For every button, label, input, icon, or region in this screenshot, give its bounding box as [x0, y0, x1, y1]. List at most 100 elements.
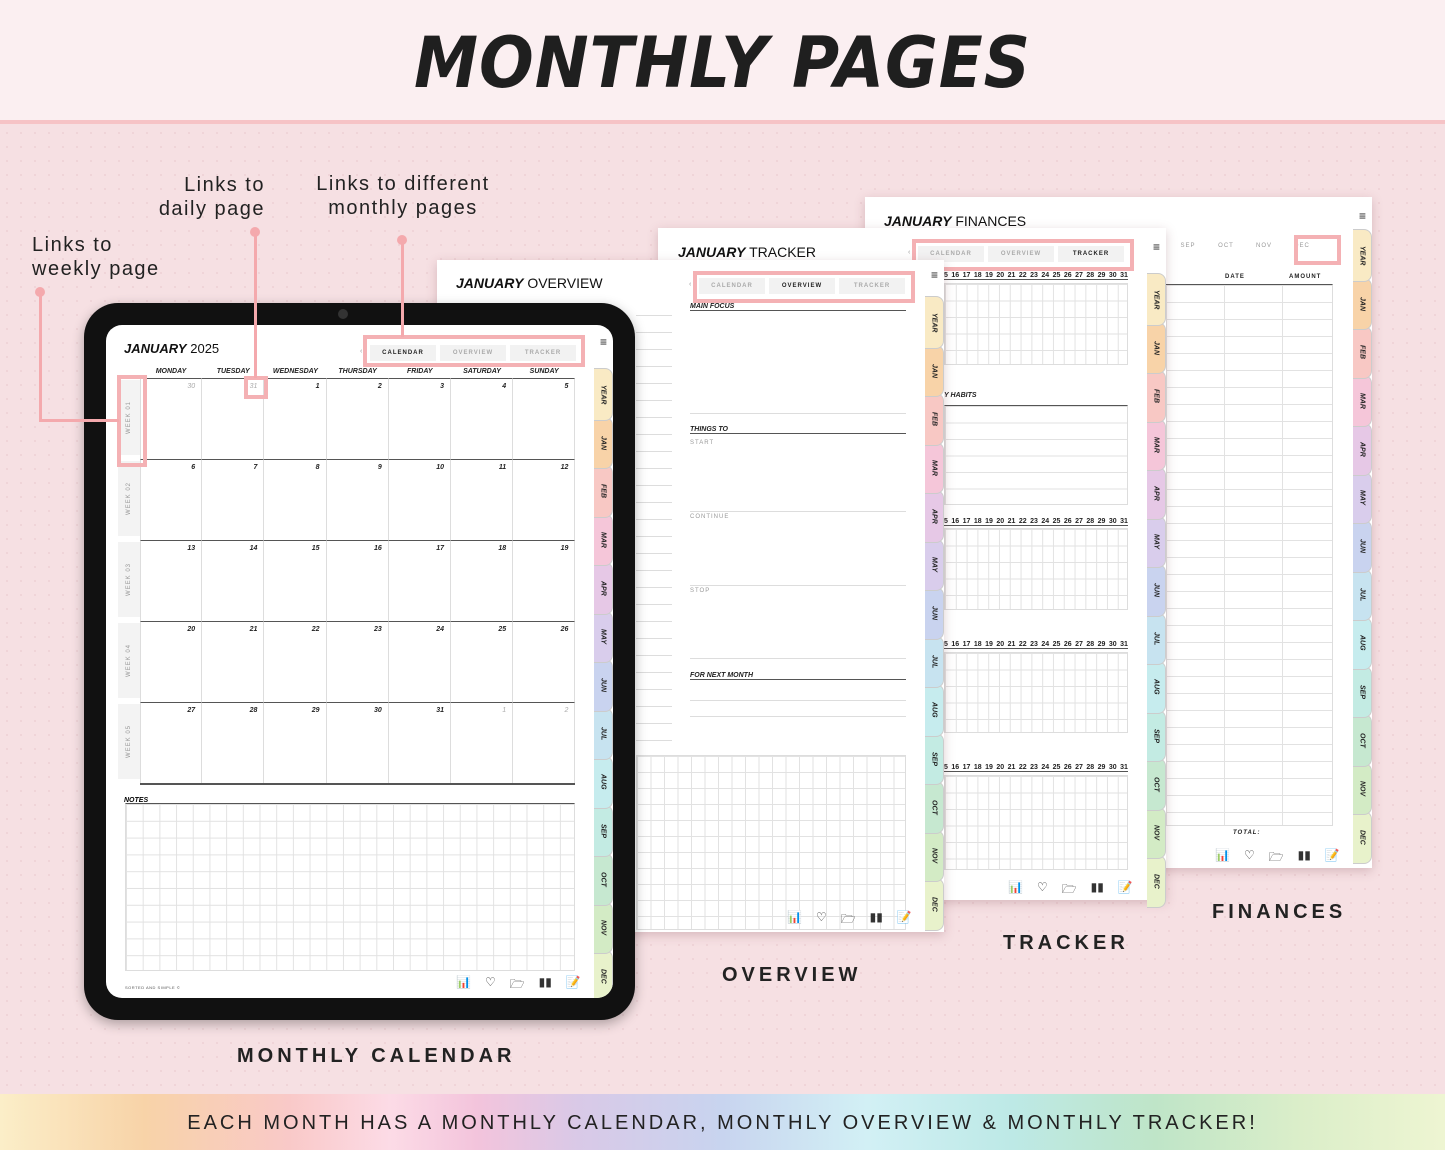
folder-icon[interactable]: 🗁: [841, 910, 856, 931]
side-tab-oct[interactable]: OCT: [594, 853, 613, 906]
side-tab-nov[interactable]: NOV: [1353, 762, 1372, 815]
day-cell[interactable]: 11: [451, 459, 514, 540]
side-tab-jan[interactable]: JAN: [594, 416, 613, 469]
side-tab-mar[interactable]: MAR: [594, 513, 613, 566]
side-tab-apr[interactable]: APR: [1147, 467, 1166, 520]
day-cell[interactable]: 20: [140, 621, 203, 702]
day-cell[interactable]: 28: [202, 702, 265, 783]
side-tab-year[interactable]: YEAR: [594, 368, 613, 421]
side-tab-mar[interactable]: MAR: [1147, 418, 1166, 471]
day-cell[interactable]: 8: [264, 459, 327, 540]
heart-icon[interactable]: ♡: [1037, 880, 1048, 901]
day-cell[interactable]: 2: [513, 702, 576, 783]
coins-icon[interactable]: ▮▮: [1298, 848, 1311, 869]
day-cell[interactable]: 10: [388, 459, 451, 540]
chart-icon[interactable]: 📊: [1008, 880, 1023, 901]
day-cell[interactable]: 1: [451, 702, 514, 783]
day-cell[interactable]: 30: [326, 702, 389, 783]
notes-icon[interactable]: 📝: [1118, 880, 1133, 901]
day-cell[interactable]: 1: [264, 378, 327, 459]
side-tab-feb[interactable]: FEB: [594, 465, 613, 518]
day-cell[interactable]: 15: [264, 540, 327, 621]
side-tab-nov[interactable]: NOV: [594, 901, 613, 954]
day-cell[interactable]: 29: [264, 702, 327, 783]
tracker-grid[interactable]: [944, 652, 1128, 733]
day-cell[interactable]: 5: [513, 378, 576, 459]
notes-icon[interactable]: 📝: [566, 975, 581, 996]
side-tab-jan[interactable]: JAN: [925, 344, 944, 397]
day-cell[interactable]: 7: [202, 459, 265, 540]
month-link-nov[interactable]: NOV: [1247, 243, 1281, 249]
day-cell[interactable]: 23: [326, 621, 389, 702]
side-tab-feb[interactable]: FEB: [1147, 370, 1166, 423]
side-tab-may[interactable]: MAY: [1353, 471, 1372, 524]
side-tab-apr[interactable]: APR: [925, 490, 944, 543]
week-link[interactable]: WEEK 04: [118, 623, 140, 698]
day-cell[interactable]: 18: [451, 540, 514, 621]
side-tab-aug[interactable]: AUG: [925, 684, 944, 737]
side-tab-sep[interactable]: SEP: [925, 732, 944, 785]
side-tab-year[interactable]: YEAR: [1147, 273, 1166, 326]
day-cell[interactable]: 6: [140, 459, 203, 540]
side-tab-sep[interactable]: SEP: [1147, 709, 1166, 762]
side-tab-jun[interactable]: JUN: [594, 659, 613, 712]
side-tab-feb[interactable]: FEB: [925, 393, 944, 446]
tracker-grid[interactable]: [944, 283, 1128, 365]
side-tab-aug[interactable]: AUG: [594, 756, 613, 809]
heart-icon[interactable]: ♡: [1244, 848, 1255, 869]
side-tab-year[interactable]: YEAR: [925, 296, 944, 349]
day-cell[interactable]: 30: [140, 378, 203, 459]
side-tab-mar[interactable]: MAR: [925, 441, 944, 494]
day-cell[interactable]: 2: [326, 378, 389, 459]
day-cell[interactable]: 25: [451, 621, 514, 702]
day-cell[interactable]: 21: [202, 621, 265, 702]
side-tab-apr[interactable]: APR: [594, 562, 613, 615]
day-cell[interactable]: 17: [388, 540, 451, 621]
menu-icon[interactable]: ≡: [925, 268, 944, 282]
side-tab-oct[interactable]: OCT: [1353, 714, 1372, 767]
back-button[interactable]: ‹: [360, 348, 362, 355]
coins-icon[interactable]: ▮▮: [539, 975, 552, 996]
side-tab-feb[interactable]: FEB: [1353, 326, 1372, 379]
heart-icon[interactable]: ♡: [485, 975, 496, 996]
side-tab-year[interactable]: YEAR: [1353, 229, 1372, 282]
day-cell[interactable]: 13: [140, 540, 203, 621]
menu-icon[interactable]: ≡: [1147, 240, 1166, 254]
side-tab-jul[interactable]: JUL: [925, 635, 944, 688]
folder-icon[interactable]: 🗁: [1062, 880, 1077, 901]
day-cell[interactable]: 31: [388, 702, 451, 783]
side-tab-jul[interactable]: JUL: [1353, 568, 1372, 621]
side-tab-jan[interactable]: JAN: [1147, 321, 1166, 374]
side-tab-sep[interactable]: SEP: [594, 804, 613, 857]
side-tab-nov[interactable]: NOV: [1147, 806, 1166, 859]
side-tab-oct[interactable]: OCT: [1147, 758, 1166, 811]
tracker-grid[interactable]: [944, 775, 1128, 870]
day-cell[interactable]: 4: [451, 378, 514, 459]
chart-icon[interactable]: 📊: [456, 975, 471, 996]
folder-icon[interactable]: 🗁: [1269, 848, 1284, 869]
day-cell[interactable]: 24: [388, 621, 451, 702]
side-tab-jan[interactable]: JAN: [1353, 277, 1372, 330]
day-cell[interactable]: 26: [513, 621, 576, 702]
day-cell[interactable]: 27: [140, 702, 203, 783]
side-tab-sep[interactable]: SEP: [1353, 665, 1372, 718]
month-link-sep[interactable]: SEP: [1171, 243, 1205, 249]
side-tab-jun[interactable]: JUN: [1353, 520, 1372, 573]
side-tab-jun[interactable]: JUN: [1147, 564, 1166, 617]
side-tab-may[interactable]: MAY: [1147, 515, 1166, 568]
side-tab-dec[interactable]: DEC: [594, 950, 613, 998]
side-tab-dec[interactable]: DEC: [1353, 811, 1372, 864]
day-cell[interactable]: 19: [513, 540, 576, 621]
tracker-grid[interactable]: [944, 528, 1128, 610]
notes-grid[interactable]: [125, 803, 575, 971]
folder-icon[interactable]: 🗁: [510, 975, 525, 996]
side-tab-may[interactable]: MAY: [925, 538, 944, 591]
side-tab-aug[interactable]: AUG: [1353, 617, 1372, 670]
side-tab-dec[interactable]: DEC: [925, 878, 944, 931]
coins-icon[interactable]: ▮▮: [1091, 880, 1104, 901]
side-tab-jun[interactable]: JUN: [925, 587, 944, 640]
side-tab-nov[interactable]: NOV: [925, 829, 944, 882]
side-tab-aug[interactable]: AUG: [1147, 661, 1166, 714]
notes-icon[interactable]: 📝: [897, 910, 912, 931]
week-link[interactable]: WEEK 03: [118, 542, 140, 617]
